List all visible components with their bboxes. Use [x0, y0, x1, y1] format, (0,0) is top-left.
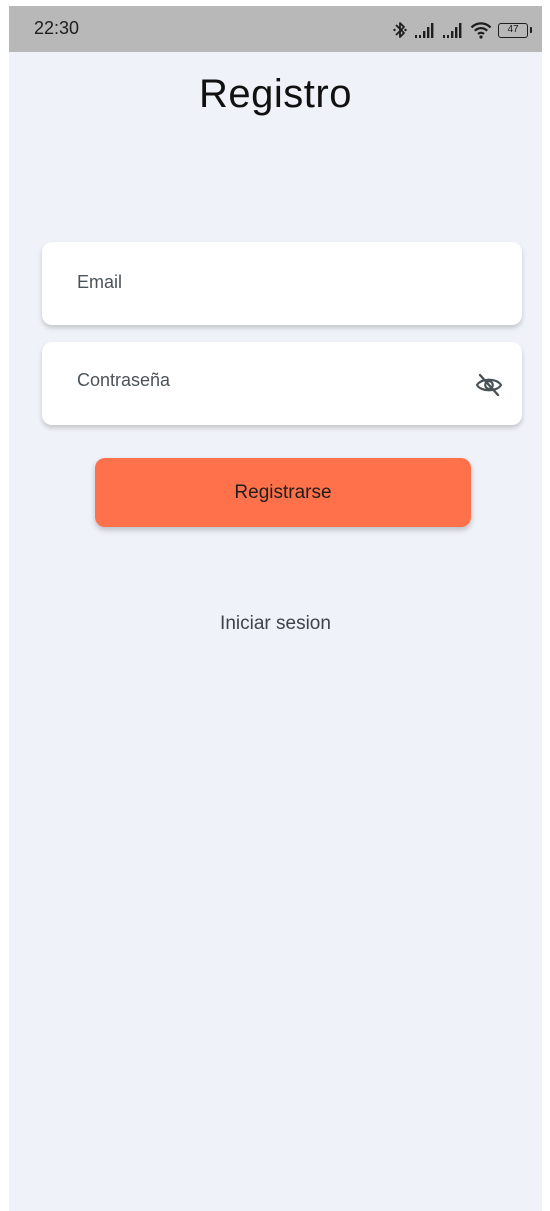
- password-field[interactable]: Contraseña: [42, 342, 522, 425]
- status-bar: 22:30 47: [9, 6, 542, 52]
- email-field[interactable]: Email: [42, 242, 522, 325]
- battery-icon: 47: [498, 22, 532, 38]
- status-icons: 47: [392, 19, 532, 41]
- register-button[interactable]: Registrarse: [95, 458, 471, 527]
- signal-icon: [414, 22, 436, 38]
- password-placeholder: Contraseña: [77, 370, 171, 390]
- page-title: Registro: [199, 72, 352, 116]
- bluetooth-icon: [392, 20, 408, 40]
- wifi-icon: [470, 21, 492, 39]
- login-link[interactable]: Iniciar sesion: [9, 613, 542, 635]
- app-screen: 22:30 47 Registro Email Contraseña Regis…: [9, 6, 542, 1211]
- battery-level: 47: [507, 23, 519, 35]
- eye-off-icon[interactable]: [474, 372, 504, 398]
- email-placeholder: Email: [77, 272, 123, 292]
- signal-icon: [442, 22, 464, 38]
- status-time: 22:30: [34, 18, 80, 38]
